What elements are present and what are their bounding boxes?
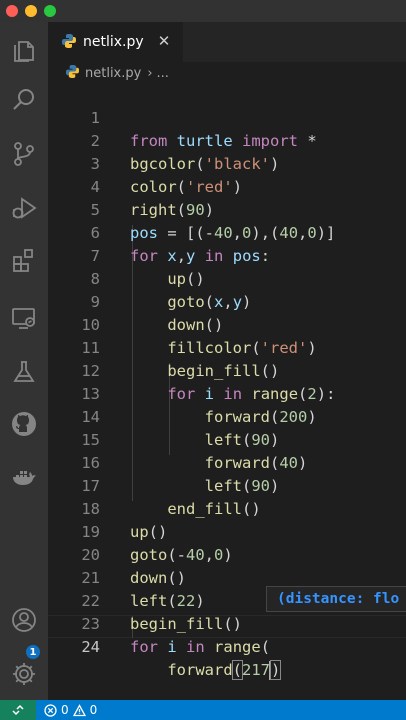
remote-icon[interactable] <box>0 700 36 720</box>
error-count: 0 <box>61 703 69 717</box>
code-line: 20 down() <box>48 521 406 587</box>
code-line: 9 down() <box>48 268 406 334</box>
code-line: 17 end_fill() <box>48 452 406 518</box>
search-icon[interactable] <box>8 84 40 116</box>
breadcrumb-file[interactable]: netlix.py <box>85 66 141 81</box>
code-line: 21 left(22) <box>48 544 406 610</box>
testing-icon[interactable] <box>8 356 40 388</box>
extensions-icon[interactable] <box>8 244 40 276</box>
code-line: 19 goto(-40,0) <box>48 498 406 564</box>
code-line: 14 left(90) <box>48 383 406 449</box>
parameter-hint-popup: (distance: flo <box>266 586 406 612</box>
code-line: 13 forward(200) <box>48 360 406 426</box>
code-line: 12 for i in range(2): <box>48 337 406 403</box>
breadcrumb-separator: › <box>147 65 153 81</box>
code-line: 6 for x,y in pos: <box>48 199 406 265</box>
tab-label: netlix.py <box>83 34 144 50</box>
warning-count: 0 <box>89 703 98 717</box>
minimize-window-button[interactable] <box>25 5 37 17</box>
tab-bar: netlix.py ✕ <box>48 22 406 62</box>
settings-gear-icon[interactable] <box>8 658 40 690</box>
breadcrumb-symbols[interactable]: ... <box>157 66 169 81</box>
activity-bar: 1 <box>0 22 48 700</box>
run-debug-icon[interactable] <box>8 192 40 224</box>
line-number: 24 <box>81 638 100 656</box>
docker-icon[interactable] <box>8 462 40 494</box>
source-control-icon[interactable] <box>8 138 40 170</box>
problems-indicator[interactable]: 0 0 <box>44 700 97 720</box>
code-line: 2 bgcolor('black') <box>48 107 406 173</box>
code-line: 7 up() <box>48 222 406 288</box>
code-line: 18 up() <box>48 475 406 541</box>
code-line: 8 goto(x,y) <box>48 245 406 311</box>
code-text: for i in range( <box>130 638 271 656</box>
close-window-button[interactable] <box>6 5 18 17</box>
close-icon[interactable]: ✕ <box>156 33 172 49</box>
code-line: 11 begin_fill() <box>48 314 406 380</box>
code-line: 10 fillcolor('red') <box>48 291 406 357</box>
code-line-current: 24 forward(217) <box>48 613 406 680</box>
python-icon <box>62 33 76 52</box>
explorer-icon[interactable] <box>8 34 40 66</box>
code-line: 4 right(90) <box>48 153 406 219</box>
code-line: 3 color('red') <box>48 130 406 196</box>
breadcrumb: netlix.py › ... <box>48 62 406 84</box>
python-icon <box>66 64 79 82</box>
remote-explorer-icon[interactable] <box>8 302 40 334</box>
tab-netlix-py[interactable]: netlix.py ✕ <box>48 22 183 62</box>
warning-icon <box>72 703 86 716</box>
title-bar <box>0 0 406 22</box>
account-icon[interactable] <box>8 604 40 636</box>
code-text: forward(217) <box>167 660 282 680</box>
zoom-window-button[interactable] <box>44 5 56 17</box>
error-icon <box>44 703 57 717</box>
github-icon[interactable] <box>8 408 40 440</box>
code-line: 1 from turtle import * <box>48 84 406 150</box>
code-line: 16 left(90) <box>48 429 406 495</box>
code-line: 5 pos = [(-40,0),(40,0)] <box>48 176 406 242</box>
status-bar: 0 0 <box>0 700 406 720</box>
code-line: 15 forward(40) <box>48 406 406 472</box>
